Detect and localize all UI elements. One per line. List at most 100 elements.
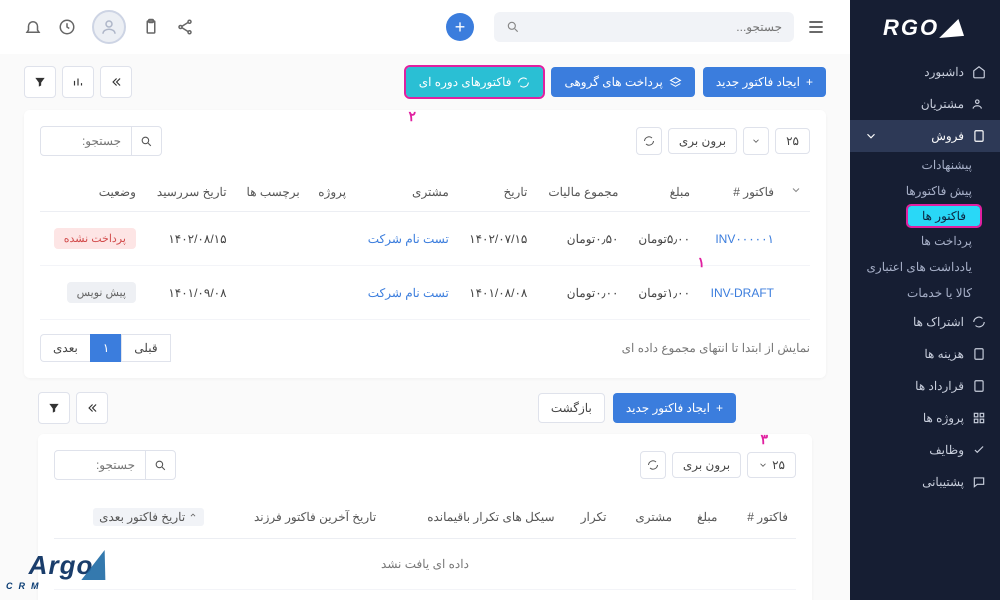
file-icon [972,379,986,393]
sort-icon [188,512,198,522]
expand-button-2[interactable] [76,392,108,424]
col2-repeat[interactable]: تکرار [563,496,615,539]
chevron-down-icon [751,136,761,146]
search-icon [506,20,520,34]
expand-button[interactable] [100,66,132,98]
table-row[interactable]: INV-DRAFT ۱٫۰۰تومان ۰٫۰۰تومان ۱۴۰۱/۰۸/۰۸… [40,266,810,320]
subnav-payments[interactable]: پرداخت ها [850,228,1000,254]
subnav-invoices[interactable]: فاکتور ها [908,206,980,226]
export-button-2[interactable]: برون بری [672,452,741,478]
cell-date: ۱۴۰۱/۰۸/۰۸ [457,266,536,320]
nav-label: پروژه ها [923,411,964,425]
invoice-link[interactable]: INV-DRAFT [711,286,774,300]
col2-nextdate[interactable]: تاریخ فاکتور بعدی [54,496,212,539]
nav-support[interactable]: پشتیبانی [850,466,1000,498]
doc-icon [972,129,986,143]
filter-button-2[interactable] [38,392,70,424]
cell-due: ۱۴۰۱/۰۹/۰۸ [144,266,235,320]
filter-icon [47,401,61,415]
cell-tags [235,212,308,266]
col-project[interactable]: پروژه [308,172,354,212]
col2-cycles[interactable]: سیکل های تکرار باقیمانده [384,496,562,539]
recurring-invoices-table: فاکتور # مبلغ مشتری تکرار سیکل های تکرار… [54,496,796,590]
subnav-creditnotes[interactable]: یادداشت های اعتباری [850,254,1000,280]
subnav-proformas[interactable]: پیش فاکتورها [850,178,1000,204]
clock-icon[interactable] [58,18,76,36]
page-size-chevron[interactable] [743,127,769,155]
nav-tasks[interactable]: وظایف [850,434,1000,466]
table2-search-input[interactable] [55,452,145,478]
nav-contracts[interactable]: قرارداد ها [850,370,1000,402]
nav-label: مشتریان [921,97,964,111]
chevron-down-icon [790,184,802,196]
subnav-items[interactable]: کالا یا خدمات [850,280,1000,306]
search-input[interactable] [528,20,782,34]
col2-lastchild[interactable]: تاریخ آخرین فاکتور فرزند [212,496,384,539]
group-payments-button[interactable]: پرداخت های گروهی [551,67,694,97]
col2-customer[interactable]: مشتری [614,496,680,539]
page-prev[interactable]: قبلی [121,334,170,362]
invoice-link[interactable]: INV۰۰۰۰۰۱ [715,232,774,246]
subnav-proposals[interactable]: پیشنهادات [850,152,1000,178]
plus-icon: + [716,401,723,415]
search-icon [154,459,167,472]
col-status[interactable]: وضعیت [40,172,144,212]
col-date[interactable]: تاریخ [457,172,536,212]
col-invoice[interactable]: فاکتور # [698,172,782,212]
col-due[interactable]: تاریخ سررسید [144,172,235,212]
back-button[interactable]: بازگشت [538,393,605,423]
page-next[interactable]: بعدی [40,334,90,362]
nav-subscriptions[interactable]: اشتراک ها [850,306,1000,338]
table-search-button[interactable] [131,127,161,155]
chart-icon [71,75,85,89]
refresh-icon [647,459,659,471]
page-1[interactable]: ۱ [90,334,121,362]
crm-brand-logo: Argo CRM [6,546,116,594]
menu-icon[interactable] [806,17,826,37]
col-customer[interactable]: مشتری [354,172,457,212]
row-toggle-header[interactable] [782,172,810,212]
refresh-button[interactable] [636,127,662,155]
quick-add-button[interactable]: + [446,13,474,41]
chevron-down-icon [864,129,878,143]
col2-amount[interactable]: مبلغ [680,496,725,539]
avatar[interactable] [92,10,126,44]
filter-button[interactable] [24,66,56,98]
page-size-select-2[interactable]: ۲۵ [747,452,796,478]
export-label: برون بری [683,458,730,472]
table2-search-button[interactable] [145,451,175,479]
col-tags[interactable]: برچسب ها [235,172,308,212]
refresh-button-2[interactable] [640,451,666,479]
new-invoice-button-2[interactable]: + ایجاد فاکتور جدید [613,393,736,423]
nav-label: قرارداد ها [915,379,964,393]
filter-icon [33,75,47,89]
page-size-select[interactable]: ۲۵ [775,128,810,154]
bell-icon[interactable] [24,18,42,36]
col-amount[interactable]: مبلغ [626,172,698,212]
table-row[interactable]: INV۰۰۰۰۰۱ ۵٫۰۰تومان ۰٫۵۰تومان ۱۴۰۲/۰۷/۱۵… [40,212,810,266]
cell-date: ۱۴۰۲/۰۷/۱۵ [457,212,536,266]
table-search-input[interactable] [41,128,131,154]
customer-link[interactable]: تست نام شرکت [368,286,449,300]
col2-invoice[interactable]: فاکتور # [725,496,796,539]
global-search[interactable] [494,12,794,42]
status-badge: پیش نویس [67,282,136,303]
cell-amount: ۱٫۰۰تومان [626,266,698,320]
nav-customers[interactable]: مشتریان [850,88,1000,120]
task-icon [972,443,986,457]
cell-project [308,212,354,266]
nav-sales[interactable]: فروش [850,120,1000,152]
grid-icon [972,411,986,425]
share-icon[interactable] [176,18,194,36]
periodic-invoices-button[interactable]: فاکتورهای دوره ای [406,67,544,97]
nav-dashboard[interactable]: داشبورد [850,56,1000,88]
customer-link[interactable]: تست نام شرکت [368,232,449,246]
nav-expenses[interactable]: هزینه ها [850,338,1000,370]
chart-view-button[interactable] [62,66,94,98]
new-invoice-button[interactable]: + ایجاد فاکتور جدید [703,67,826,97]
export-button[interactable]: برون بری [668,128,737,154]
clipboard-icon[interactable] [142,18,160,36]
search-icon [140,135,153,148]
nav-projects[interactable]: پروژه ها [850,402,1000,434]
col-tax[interactable]: مجموع مالیات [535,172,626,212]
